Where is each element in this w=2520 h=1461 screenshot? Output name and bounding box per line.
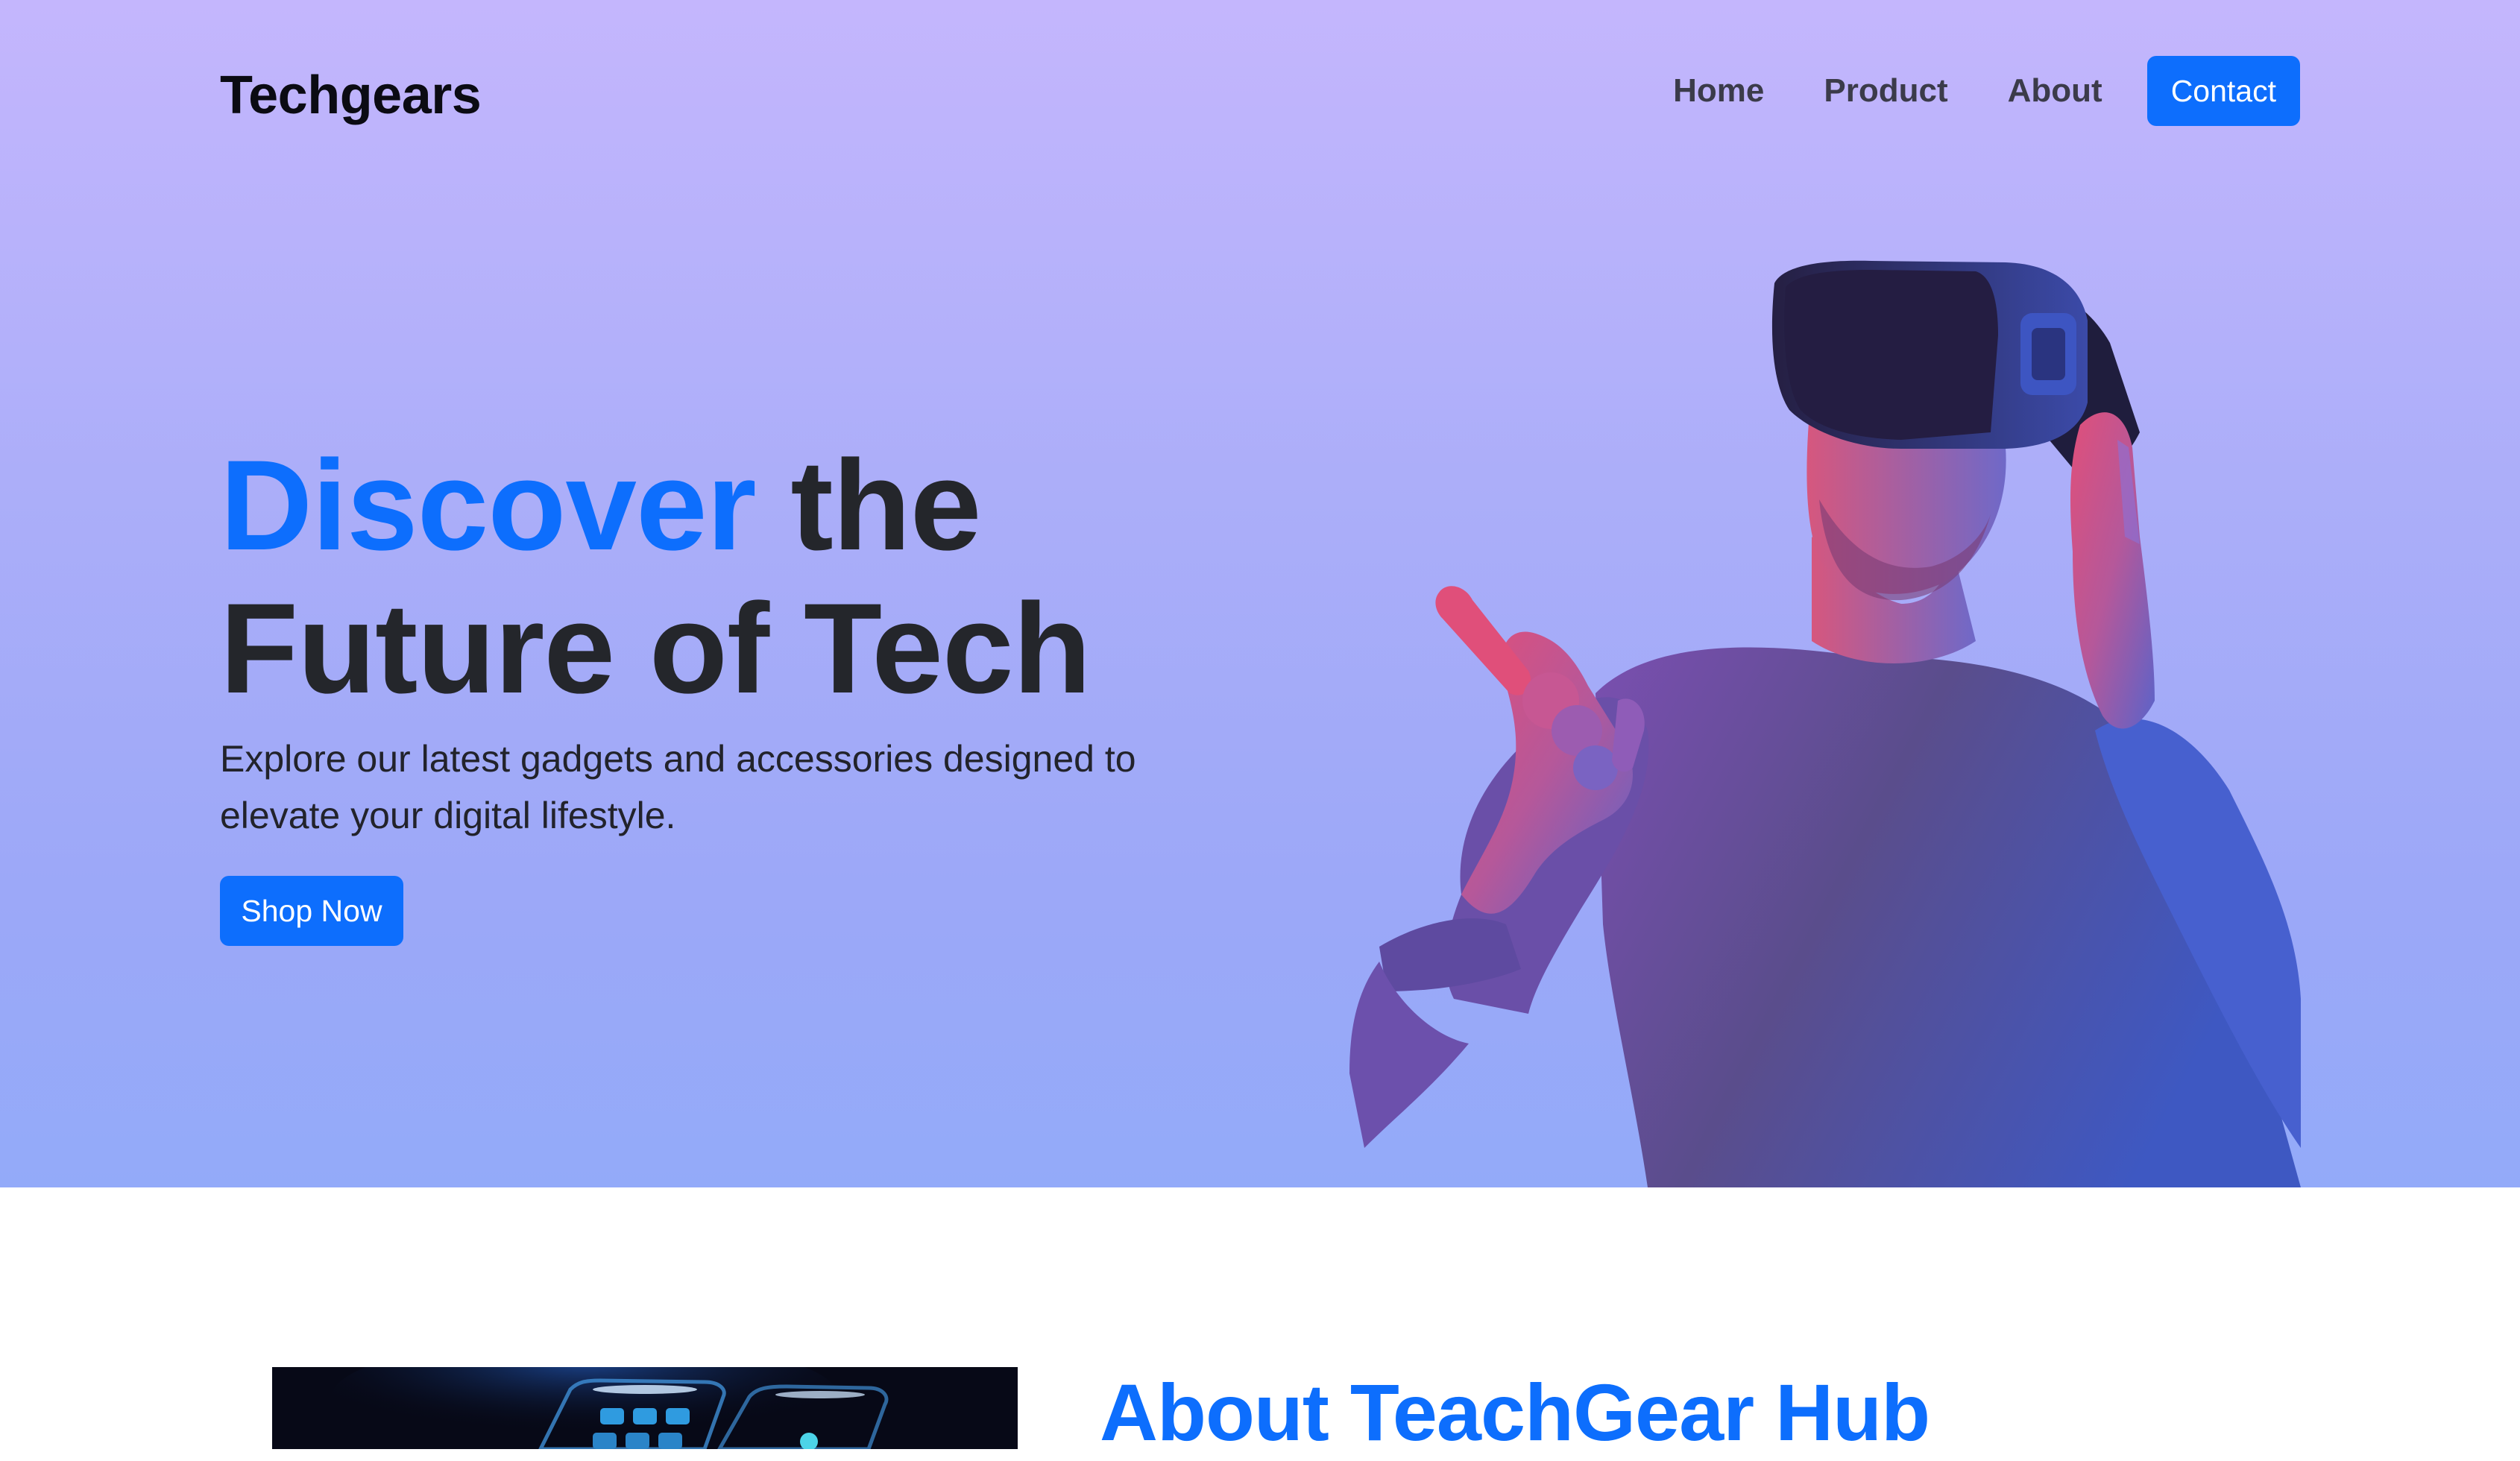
nav-home-link[interactable]: Home (1673, 72, 1764, 110)
headline-rest: the (755, 434, 981, 577)
hero-description: Explore our latest gadgets and accessori… (220, 738, 1136, 836)
nav-about-link[interactable]: About (2008, 72, 2102, 110)
brand-logo[interactable]: Techgears (220, 63, 482, 128)
about-title: About TeachGear Hub (1100, 1367, 1930, 1457)
hero-section: Techgears Home Product About Contact Dis… (0, 0, 2520, 1187)
headline-accent: Discover (220, 434, 757, 577)
vr-user-photo (1349, 260, 2301, 1187)
main-nav: Home Product About Contact (1673, 56, 2300, 126)
about-image (272, 1367, 1018, 1449)
headline-line2: Future of Tech (220, 577, 1092, 720)
hero-headline: Discover the Future of Tech (220, 434, 1092, 720)
shop-now-button[interactable]: Shop Now (220, 876, 403, 946)
smartphone-icons-image (272, 1367, 1018, 1449)
nav-product-link[interactable]: Product (1824, 72, 1947, 110)
contact-button[interactable]: Contact (2146, 56, 2300, 126)
